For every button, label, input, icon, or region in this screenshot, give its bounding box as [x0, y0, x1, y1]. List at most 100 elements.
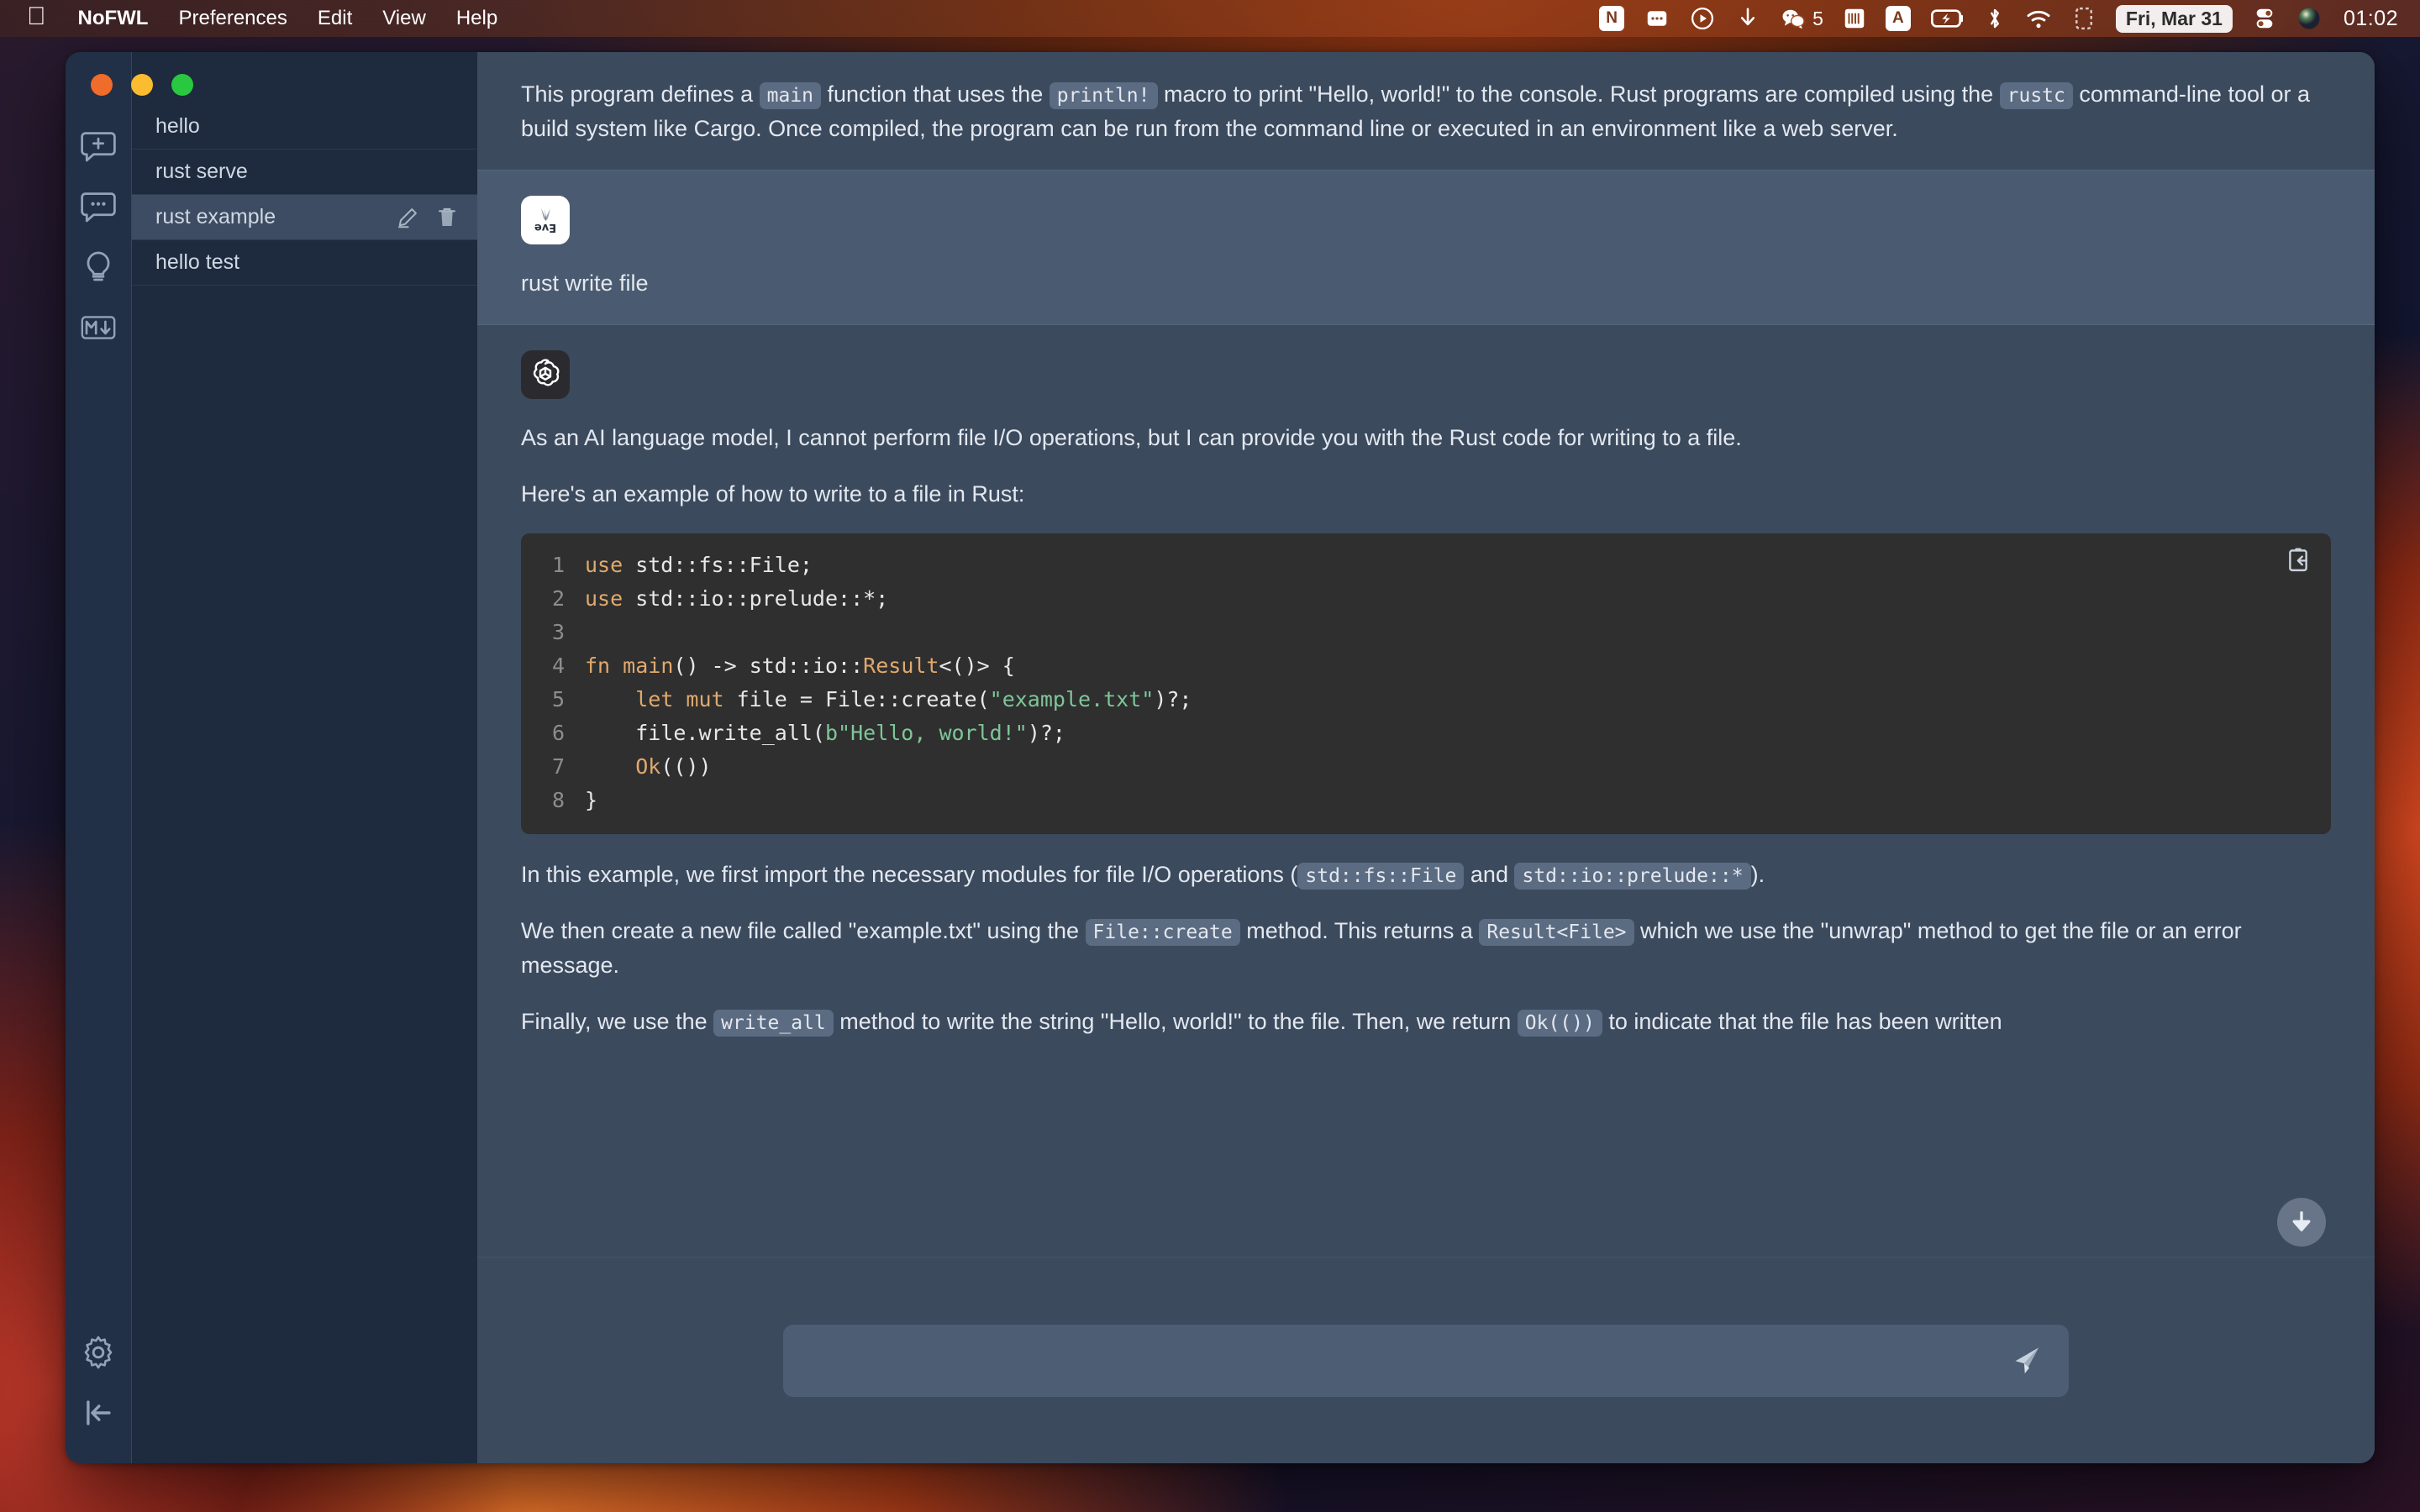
inline-code: write_all: [713, 1010, 834, 1037]
input-source-tray-icon[interactable]: A: [1876, 0, 1921, 37]
code-token: )?;: [1154, 687, 1192, 712]
message-scroll-area[interactable]: This program defines a main function tha…: [477, 52, 2375, 1257]
assistant-paragraph-2: Here's an example of how to write to a f…: [521, 481, 1025, 507]
code-line: 2 use std::io::prelude::*;: [521, 582, 2331, 616]
message-paragraph: This program defines a main function tha…: [521, 77, 2331, 146]
text-fragment: function that uses the: [821, 81, 1050, 107]
code-line-number: 4: [551, 654, 565, 679]
screen-mirroring-tray-icon[interactable]: [2062, 0, 2106, 37]
siri-tray-icon[interactable]: [2286, 0, 2332, 37]
rail-bottom-actions: [66, 1331, 131, 1435]
text-fragment: This program defines a: [521, 81, 760, 107]
code-token: fn: [585, 654, 611, 679]
code-block: 1 use std::fs::File;2 use std::io::prelude…: [521, 533, 2331, 835]
menubar-clock[interactable]: 01:02: [2332, 0, 2402, 37]
text-fragment: method to write the string "Hello, world…: [833, 1009, 1518, 1035]
text-fragment: macro to print "Hello, world!" to the co…: [1157, 81, 2000, 107]
code-line-content: file.write_all(b"Hello, world!")?;: [585, 717, 1065, 750]
assistant-paragraph-5: Finally, we use the write_all method to …: [521, 1005, 2331, 1039]
barcode-tray-icon[interactable]: [1833, 0, 1876, 37]
code-line: 5 let mut file = File::create("example.t…: [521, 683, 2331, 717]
chat-bubble-icon[interactable]: [76, 185, 120, 228]
menu-item-app[interactable]: NoFWL: [63, 4, 164, 33]
chat-main-pane: This program defines a main function tha…: [477, 52, 2375, 1463]
composer-input-wrapper[interactable]: [783, 1324, 2069, 1397]
menu-item-help[interactable]: Help: [441, 4, 513, 33]
bluetooth-tray-icon[interactable]: [1975, 0, 2015, 37]
code-line: 1 use std::fs::File;: [521, 549, 2331, 582]
text-fragment: In this example, we first import the nec…: [521, 862, 1298, 888]
code-line-number: 3: [551, 620, 565, 645]
code-token: use: [585, 586, 623, 612]
menu-item-view[interactable]: View: [367, 4, 441, 33]
code-line-content: Ok(()): [585, 750, 712, 784]
inline-code: Result<File>: [1479, 919, 1634, 947]
code-line-number: 5: [551, 687, 565, 712]
wifi-tray-icon[interactable]: [2015, 0, 2062, 37]
keyboard-tray-icon[interactable]: [1634, 0, 1680, 37]
wechat-tray-icon[interactable]: 5: [1770, 0, 1833, 37]
list-item[interactable]: hello test: [132, 240, 477, 286]
conversation-title: rust serve: [155, 160, 248, 183]
inline-code: main: [759, 82, 822, 109]
text-fragment: We then create a new file called "exampl…: [521, 918, 1086, 944]
code-line: 6 file.write_all(b"Hello, world!")?;: [521, 717, 2331, 750]
assistant-paragraph-4: We then create a new file called "exampl…: [521, 914, 2331, 983]
lightbulb-icon[interactable]: [76, 245, 120, 289]
left-icon-rail: [66, 52, 131, 1463]
menu-item-edit[interactable]: Edit: [302, 4, 367, 33]
maximize-window-button[interactable]: [171, 74, 193, 96]
code-token: let mut: [635, 687, 724, 712]
collapse-sidebar-icon[interactable]: [76, 1391, 120, 1435]
macos-menubar:  NoFWL Preferences Edit View Help N 5: [0, 0, 2420, 37]
code-line-number: 8: [551, 788, 565, 813]
settings-gear-icon[interactable]: [76, 1331, 120, 1374]
battery-charging-tray-icon[interactable]: [1921, 0, 1975, 37]
code-line-content: fn main() -> std::io::Result<()> {: [585, 649, 1015, 683]
markdown-icon[interactable]: [76, 306, 120, 349]
text-fragment: and: [1464, 862, 1515, 888]
code-token: )?;: [1027, 721, 1065, 746]
delete-trash-icon[interactable]: [437, 207, 457, 228]
list-item[interactable]: rust serve: [132, 150, 477, 195]
list-item-selected[interactable]: rust example: [132, 195, 477, 240]
close-window-button[interactable]: [91, 74, 113, 96]
menu-item-preferences[interactable]: Preferences: [163, 4, 302, 33]
send-message-icon[interactable]: [2007, 1341, 2047, 1381]
minimize-window-button[interactable]: [131, 74, 153, 96]
download-arrow-tray-icon[interactable]: [1725, 0, 1770, 37]
code-line-number: 1: [551, 553, 565, 578]
message-input[interactable]: [805, 1347, 2007, 1373]
scroll-to-bottom-button[interactable]: [2277, 1198, 2326, 1247]
svg-text:Eve: Eve: [534, 221, 556, 234]
notion-tray-icon[interactable]: N: [1589, 0, 1634, 37]
menubar-date[interactable]: Fri, Mar 31: [2106, 0, 2243, 37]
code-line-content: }: [585, 784, 597, 817]
code-token: std::io::prelude::*;: [623, 586, 889, 612]
user-message-text: rust write file: [521, 270, 649, 297]
control-center-tray-icon[interactable]: [2243, 0, 2286, 37]
copy-to-clipboard-icon[interactable]: [2284, 545, 2312, 574]
composer-bar: [477, 1257, 2375, 1463]
inline-code: std::fs::File: [1297, 863, 1465, 890]
window-traffic-lights: [91, 74, 193, 96]
code-token: main: [623, 654, 674, 679]
code-line: 3: [521, 616, 2331, 649]
list-item[interactable]: hello: [132, 104, 477, 150]
code-token: file.write_all(: [585, 721, 825, 746]
user-avatar: Eve: [521, 196, 570, 245]
play-circle-tray-icon[interactable]: [1680, 0, 1725, 37]
code-line: 8}: [521, 784, 2331, 817]
openai-logo-icon: [521, 350, 570, 400]
conversation-list: hello rust serve rust example hello test: [131, 52, 477, 1463]
code-line-number: 7: [551, 754, 565, 780]
code-token: (()): [660, 754, 712, 780]
edit-pencil-icon[interactable]: [397, 207, 418, 228]
apple-menu-icon[interactable]: : [13, 4, 63, 29]
code-line-number: 2: [551, 586, 565, 612]
new-chat-icon[interactable]: [76, 124, 120, 168]
code-line-number: 6: [551, 721, 565, 746]
message-previous-tail: This program defines a main function tha…: [477, 52, 2375, 171]
